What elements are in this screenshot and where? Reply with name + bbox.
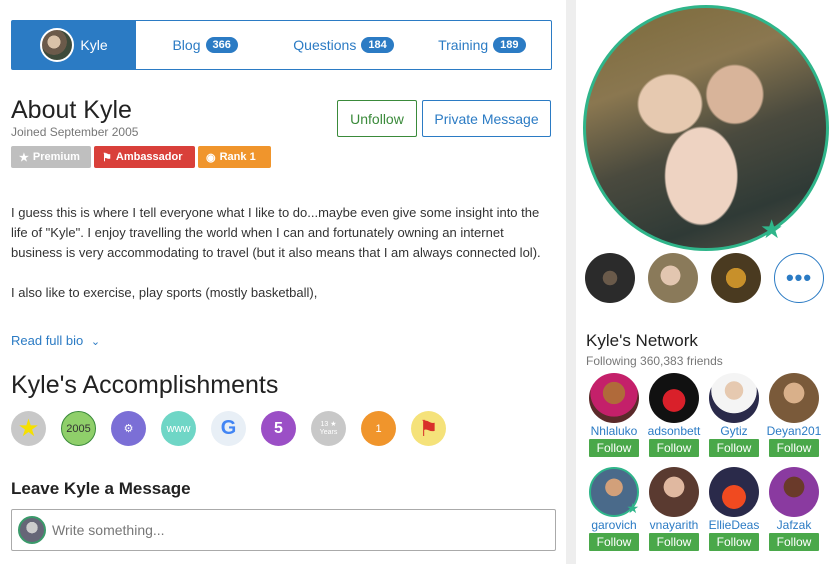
avatar bbox=[18, 516, 46, 544]
avatar[interactable] bbox=[649, 467, 699, 517]
friend-name[interactable]: garovich bbox=[584, 518, 644, 532]
friend-card: adsonbett Follow bbox=[644, 373, 704, 457]
tab-questions[interactable]: Questions 184 bbox=[274, 21, 412, 69]
main-panel: Kyle Blog 366 Questions 184 Training 189… bbox=[0, 0, 566, 564]
tab-profile[interactable]: Kyle bbox=[12, 21, 136, 69]
flag-icon: ⚑ bbox=[102, 151, 112, 164]
rank-badge-label: Rank 1 bbox=[219, 151, 256, 163]
avatar[interactable] bbox=[649, 373, 699, 423]
read-full-bio-link[interactable]: Read full bio ⌄ bbox=[11, 333, 100, 348]
tab-blog-label: Blog bbox=[172, 37, 201, 53]
star-icon[interactable]: ★ bbox=[11, 411, 46, 446]
bio-text: I guess this is where I tell everyone wh… bbox=[11, 203, 551, 323]
photo-thumbnail[interactable] bbox=[585, 253, 635, 303]
network-title: Kyle's Network bbox=[586, 331, 698, 350]
follow-button[interactable]: Follow bbox=[709, 439, 759, 457]
message-box[interactable] bbox=[11, 509, 556, 551]
joined-date: Joined September 2005 bbox=[11, 125, 139, 139]
ellipsis-icon: ••• bbox=[785, 265, 813, 290]
friend-card: vnayarith Follow bbox=[644, 467, 704, 551]
sidebar: ★ ••• Kyle's Network Following 360,383 f… bbox=[576, 0, 840, 564]
leave-message-title: Leave Kyle a Message bbox=[11, 479, 191, 498]
bio-paragraph: I guess this is where I tell everyone wh… bbox=[11, 205, 541, 260]
target-icon: ◉ bbox=[206, 151, 216, 164]
flag-icon[interactable]: ⚑ bbox=[411, 411, 446, 446]
tab-training-label: Training bbox=[438, 37, 489, 53]
13-years-icon[interactable]: 13 ★ Years bbox=[311, 411, 346, 446]
follow-button[interactable]: Follow bbox=[649, 533, 699, 551]
network-subtitle: Following 360,383 friends bbox=[586, 354, 723, 368]
friend-name[interactable]: Deyan201 bbox=[764, 424, 824, 438]
tab-training[interactable]: Training 189 bbox=[413, 21, 551, 69]
google-icon[interactable]: G bbox=[211, 411, 246, 446]
follow-button[interactable]: Follow bbox=[709, 533, 759, 551]
profile-tabs: Kyle Blog 366 Questions 184 Training 189 bbox=[11, 20, 552, 70]
follow-button[interactable]: Follow bbox=[589, 439, 639, 457]
premium-badge-label: Premium bbox=[32, 151, 80, 163]
avatar[interactable] bbox=[709, 467, 759, 517]
training-count-badge: 189 bbox=[493, 37, 526, 53]
follow-button[interactable]: Follow bbox=[589, 533, 639, 551]
more-photos-button[interactable]: ••• bbox=[774, 253, 824, 303]
friend-name[interactable]: Gytiz bbox=[704, 424, 764, 438]
accomplishments-title: Kyle's Accomplishments bbox=[11, 371, 279, 399]
friend-name[interactable]: Jafzak bbox=[764, 518, 824, 532]
friend-card: Nhlaluko Follow bbox=[584, 373, 644, 457]
tab-questions-label: Questions bbox=[293, 37, 357, 53]
read-full-bio-label: Read full bio bbox=[11, 333, 84, 348]
www-icon[interactable]: www bbox=[161, 411, 196, 446]
tab-blog[interactable]: Blog 366 bbox=[136, 21, 274, 69]
friend-name[interactable]: EllieDeas bbox=[704, 518, 764, 532]
profile-photo[interactable] bbox=[583, 5, 829, 251]
blog-count-badge: 366 bbox=[205, 37, 238, 53]
profile-badges: ★ Premium ⚑ Ambassador ◉ Rank 1 bbox=[11, 146, 271, 168]
avatar bbox=[40, 28, 75, 62]
year-2005-icon[interactable]: 2005 bbox=[61, 411, 96, 446]
premium-star-icon: ★ bbox=[626, 500, 639, 516]
star-icon: ★ bbox=[19, 151, 29, 164]
five-ribbon-icon[interactable]: 5 bbox=[261, 411, 296, 446]
questions-count-badge: 184 bbox=[361, 37, 394, 53]
friend-card: Deyan201 Follow bbox=[764, 373, 824, 457]
friend-name[interactable]: adsonbett bbox=[644, 424, 704, 438]
premium-badge: ★ Premium bbox=[11, 146, 91, 168]
photo-thumbnail[interactable] bbox=[648, 253, 698, 303]
friend-card: Jafzak Follow bbox=[764, 467, 824, 551]
friends-grid: Nhlaluko Follow adsonbett Follow Gytiz Follow… bbox=[584, 373, 828, 551]
photo-thumbnails: ••• bbox=[585, 253, 824, 303]
accomplishments-list: ★ 2005 ⚙ www G 5 13 ★ Years 1 ⚑ bbox=[11, 411, 446, 446]
premium-star-icon: ★ bbox=[760, 214, 784, 244]
one-medal-icon[interactable]: 1 bbox=[361, 411, 396, 446]
friend-name[interactable]: Nhlaluko bbox=[584, 424, 644, 438]
friend-card: ★ garovich Follow bbox=[584, 467, 644, 551]
message-input[interactable] bbox=[52, 522, 532, 538]
unfollow-button[interactable]: Unfollow bbox=[337, 100, 417, 137]
tab-profile-label: Kyle bbox=[80, 37, 108, 53]
avatar[interactable] bbox=[769, 373, 819, 423]
ambassador-badge-label: Ambassador bbox=[115, 151, 183, 163]
follow-button[interactable]: Follow bbox=[649, 439, 699, 457]
follow-button[interactable]: Follow bbox=[769, 533, 819, 551]
friend-name[interactable]: vnayarith bbox=[644, 518, 704, 532]
bio-paragraph: I also like to exercise, play sports (mo… bbox=[11, 285, 318, 300]
friend-card: Gytiz Follow bbox=[704, 373, 764, 457]
friend-card: EllieDeas Follow bbox=[704, 467, 764, 551]
follow-button[interactable]: Follow bbox=[769, 439, 819, 457]
avatar[interactable] bbox=[589, 373, 639, 423]
rank-badge: ◉ Rank 1 bbox=[198, 146, 271, 168]
user-gear-icon[interactable]: ⚙ bbox=[111, 411, 146, 446]
avatar[interactable] bbox=[769, 467, 819, 517]
chevron-down-icon: ⌄ bbox=[90, 336, 101, 348]
ambassador-badge: ⚑ Ambassador bbox=[94, 146, 195, 168]
page-title: About Kyle bbox=[11, 96, 132, 124]
photo-thumbnail[interactable] bbox=[711, 253, 761, 303]
avatar[interactable] bbox=[709, 373, 759, 423]
avatar[interactable]: ★ bbox=[589, 467, 639, 517]
private-message-button[interactable]: Private Message bbox=[422, 100, 551, 137]
